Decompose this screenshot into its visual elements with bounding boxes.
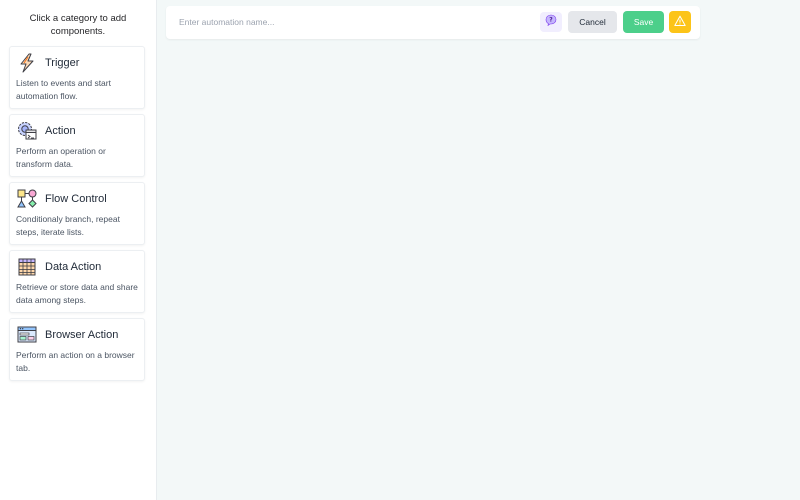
category-title: Action [45, 125, 76, 137]
category-title: Data Action [45, 261, 102, 273]
category-title: Flow Control [45, 193, 107, 205]
gear-window-icon [17, 121, 37, 141]
category-trigger[interactable]: Trigger Listen to events and start autom… [9, 46, 145, 109]
category-description: Perform an action on a browser tab. [16, 350, 135, 373]
category-data-action[interactable]: Data Action Retrieve or store data and s… [9, 250, 145, 313]
help-button[interactable]: ? [540, 12, 562, 32]
save-button[interactable]: Save [623, 11, 664, 33]
category-description: Listen to events and start automation fl… [16, 78, 111, 101]
category-action[interactable]: Action Perform an operation or transform… [9, 114, 145, 177]
automation-toolbar: ? Cancel Save [166, 6, 700, 39]
flowchart-icon [17, 189, 37, 209]
sidebar-hint: Click a category to add components. [29, 13, 127, 37]
sidebar: Click a category to add components. Trig… [0, 0, 157, 500]
cancel-button[interactable]: Cancel [568, 11, 617, 33]
warning-triangle-icon [674, 15, 686, 29]
category-description: Perform an operation or transform data. [16, 146, 106, 169]
automation-name-input[interactable] [172, 10, 532, 34]
category-browser-action[interactable]: Browser Action Perform an action on a br… [9, 318, 145, 381]
browser-window-icon [17, 325, 37, 345]
question-bubble-icon: ? [545, 13, 557, 31]
category-flow-control[interactable]: Flow Control Conditionaly branch, repeat… [9, 182, 145, 245]
workflow-canvas[interactable] [158, 46, 800, 500]
svg-text:?: ? [549, 17, 553, 24]
warning-button[interactable] [669, 11, 691, 33]
category-title: Browser Action [45, 329, 119, 341]
category-title: Trigger [45, 57, 80, 69]
table-grid-icon [17, 257, 37, 277]
category-description: Retrieve or store data and share data am… [16, 282, 138, 305]
lightning-icon [17, 53, 37, 73]
category-description: Conditionaly branch, repeat steps, itera… [16, 214, 120, 237]
